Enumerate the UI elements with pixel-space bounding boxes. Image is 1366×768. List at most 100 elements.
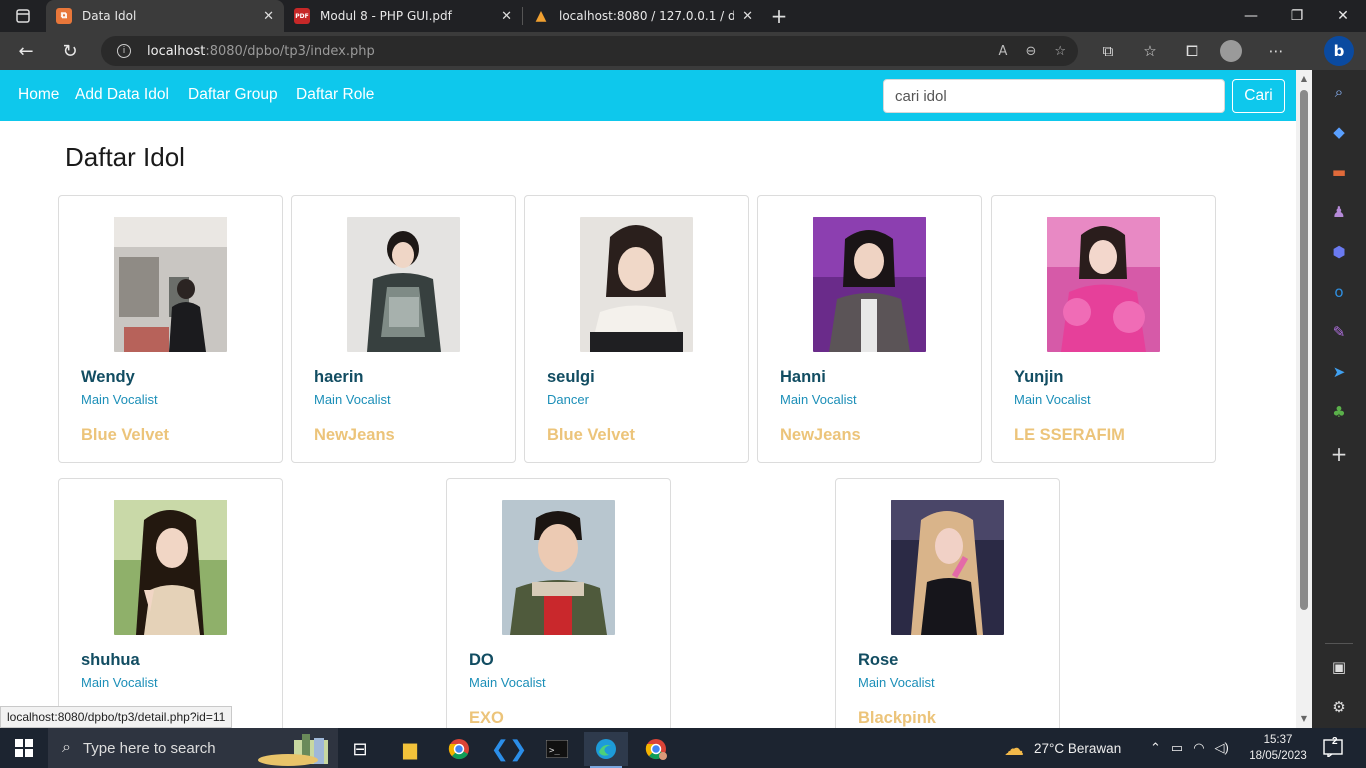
shopping-tag-icon[interactable]: ◆ (1327, 120, 1351, 144)
windows-taskbar: ⌕ Type here to search ⊟ ▆ ❮❯ >_ ☁ 27°C B… (0, 728, 1366, 768)
idol-group: EXO (469, 709, 504, 727)
chevron-up-icon[interactable]: ⌃ (1150, 740, 1161, 756)
tab-phpmyadmin[interactable]: ▲ localhost:8080 / 127.0.0.1 / db_tp ✕ (523, 0, 763, 32)
edge-sidebar: ⌕ ◆ ▬ ♟ ⬢ o ✎ ➤ ♣ + ▣ ⚙ (1312, 70, 1366, 728)
tab-data-idol[interactable]: ⧉ Data Idol ✕ (46, 0, 284, 32)
idol-photo (580, 217, 693, 352)
idol-card[interactable]: DO Main Vocalist EXO (446, 478, 671, 728)
phpmyadmin-favicon-icon: ▲ (535, 8, 547, 24)
close-tab-icon[interactable]: ✕ (263, 9, 274, 24)
outlook-icon[interactable]: o (1327, 280, 1351, 304)
more-menu-icon[interactable]: ⋯ (1262, 42, 1290, 60)
tree-icon[interactable]: ♣ (1327, 400, 1351, 424)
windows-start-icon[interactable] (0, 728, 48, 768)
collections-icon[interactable]: ⧠ (1178, 42, 1206, 60)
idol-group: NewJeans (780, 426, 861, 444)
idol-name: haerin (314, 368, 364, 386)
nav-add-data-idol[interactable]: Add Data Idol (75, 86, 169, 104)
vscode-icon[interactable]: ❮❯ (487, 732, 531, 766)
tab-title: Data Idol (82, 9, 137, 23)
browser-tab-bar: ⧉ Data Idol ✕ PDF Modul 8 - PHP GUI.pdf … (0, 0, 1366, 32)
scroll-up-arrow-icon[interactable]: ▲ (1299, 74, 1309, 83)
extensions-icon[interactable]: ⧉ (1094, 42, 1122, 60)
site-info-icon[interactable]: i (117, 44, 131, 58)
idol-card[interactable]: Rose Main Vocalist Blackpink (835, 478, 1060, 728)
designer-icon[interactable]: ✎ (1327, 320, 1351, 344)
nav-daftar-role[interactable]: Daftar Role (296, 86, 374, 104)
notification-center-icon[interactable]: 2 (1318, 734, 1348, 762)
tab-actions-icon[interactable] (0, 0, 46, 32)
close-tab-icon[interactable]: ✕ (742, 9, 753, 24)
chrome-icon[interactable] (437, 732, 481, 766)
notification-count: 2 (1332, 736, 1338, 747)
idol-card[interactable]: haerin Main Vocalist NewJeans (291, 195, 516, 463)
microsoft-365-icon[interactable]: ⬢ (1327, 240, 1351, 264)
favorites-icon[interactable]: ☆ (1136, 42, 1164, 60)
weather-text: 27°C Berawan (1034, 740, 1122, 756)
bing-copilot-icon[interactable]: b (1324, 36, 1354, 66)
page-title: Daftar Idol (65, 142, 185, 172)
terminal-icon[interactable]: >_ (535, 732, 579, 766)
search-icon[interactable]: ⌕ (1327, 80, 1351, 104)
minimize-icon[interactable]: — (1228, 0, 1274, 32)
search-input[interactable]: cari idol (883, 79, 1225, 113)
app-navbar: Home Add Data Idol Daftar Group Daftar R… (0, 70, 1296, 121)
zoom-out-icon[interactable]: ⊖ (1025, 44, 1036, 59)
clock-time: 15:37 (1263, 734, 1293, 746)
volume-icon[interactable]: ◁) (1215, 740, 1229, 756)
idol-photo (114, 217, 227, 352)
refresh-icon[interactable]: ↻ (52, 36, 88, 66)
idol-role: Main Vocalist (1014, 392, 1091, 407)
search-button[interactable]: Cari (1232, 79, 1285, 113)
idol-card[interactable]: Wendy Main Vocalist Blue Velvet (58, 195, 283, 463)
task-view-icon[interactable]: ⊟ (338, 732, 382, 766)
battery-icon[interactable]: ▭ (1171, 740, 1183, 756)
idol-photo (114, 500, 227, 635)
send-icon[interactable]: ➤ (1327, 360, 1351, 384)
link-status-bar: localhost:8080/dpbo/tp3/detail.php?id=11 (0, 706, 233, 728)
idol-group: Blue Velvet (81, 426, 170, 444)
idol-name: Yunjin (1014, 368, 1064, 386)
scrollbar-thumb[interactable] (1300, 90, 1308, 610)
tab-modul-pdf[interactable]: PDF Modul 8 - PHP GUI.pdf ✕ (284, 0, 522, 32)
file-explorer-icon[interactable]: ▆ (388, 732, 432, 766)
add-icon[interactable]: + (1327, 442, 1351, 466)
add-favorite-icon[interactable]: ☆ (1054, 44, 1066, 59)
nav-home[interactable]: Home (18, 86, 59, 104)
page-scrollbar[interactable]: ▲ ▼ (1296, 70, 1312, 728)
idol-name: shuhua (81, 651, 140, 669)
taskbar-clock[interactable]: 15:37 18/05/2023 (1240, 732, 1316, 764)
pdf-favicon-icon: PDF (294, 8, 310, 24)
weather-widget[interactable]: ☁ 27°C Berawan (1004, 728, 1121, 768)
close-tab-icon[interactable]: ✕ (501, 9, 512, 24)
chrome-profile-icon[interactable] (634, 732, 678, 766)
taskbar-search-box[interactable]: ⌕ Type here to search (48, 728, 338, 768)
profile-avatar[interactable] (1220, 40, 1248, 62)
idol-name: Wendy (81, 368, 135, 386)
address-bar[interactable]: i localhost:8080/dpbo/tp3/index.php A ⊖ … (101, 36, 1078, 66)
restore-icon[interactable]: ❐ (1274, 0, 1320, 32)
games-icon[interactable]: ♟ (1327, 200, 1351, 224)
tools-icon[interactable]: ▬ (1327, 160, 1351, 184)
split-screen-icon[interactable]: ▣ (1327, 655, 1351, 679)
nav-daftar-group[interactable]: Daftar Group (188, 86, 278, 104)
scroll-down-arrow-icon[interactable]: ▼ (1299, 714, 1309, 723)
idol-card[interactable]: seulgi Dancer Blue Velvet (524, 195, 749, 463)
close-window-icon[interactable]: ✕ (1320, 0, 1366, 32)
back-arrow-icon[interactable]: ← (8, 36, 44, 66)
idol-group: LE SSERAFIM (1014, 426, 1125, 444)
idol-name: seulgi (547, 368, 595, 386)
new-tab-icon[interactable]: + (763, 0, 795, 32)
idol-card[interactable]: Hanni Main Vocalist NewJeans (757, 195, 982, 463)
idol-card[interactable]: Yunjin Main Vocalist LE SSERAFIM (991, 195, 1216, 463)
idol-role: Main Vocalist (81, 392, 158, 407)
taskbar-search-placeholder: Type here to search (82, 739, 216, 757)
edge-icon[interactable] (584, 732, 628, 768)
idol-group: Blue Velvet (547, 426, 636, 444)
idol-card[interactable]: shuhua Main Vocalist (58, 478, 283, 728)
idol-role: Main Vocalist (469, 675, 546, 690)
settings-gear-icon[interactable]: ⚙ (1327, 695, 1351, 719)
svg-text:>_: >_ (549, 746, 560, 756)
wifi-icon[interactable]: ◠ (1193, 740, 1204, 756)
read-aloud-icon[interactable]: A (999, 44, 1008, 59)
